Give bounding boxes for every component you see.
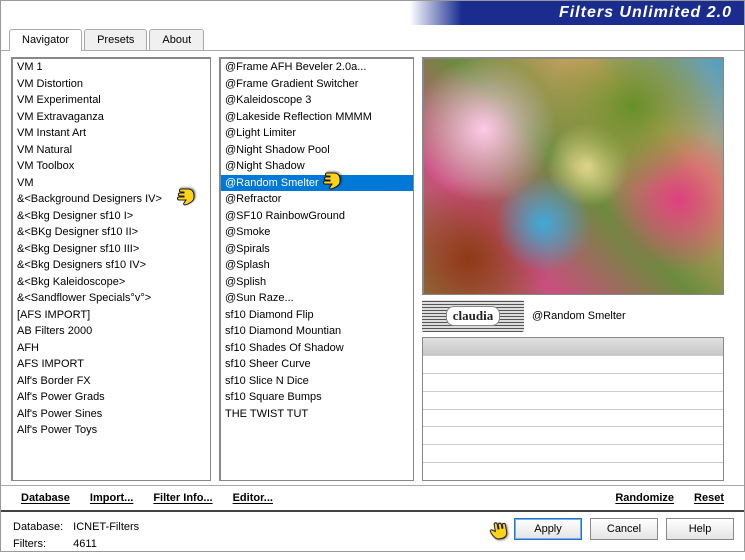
category-item[interactable]: AFS IMPORT xyxy=(13,356,210,373)
title-bar: Filters Unlimited 2.0 xyxy=(1,1,744,25)
category-item[interactable]: VM Natural xyxy=(13,142,210,159)
filter-item[interactable]: @Refractor xyxy=(221,191,413,208)
category-list[interactable]: VM 1VM DistortionVM ExperimentalVM Extra… xyxy=(13,59,210,480)
category-item[interactable]: AFH xyxy=(13,340,210,357)
db-value: ICNET-Filters xyxy=(73,520,139,535)
filter-list[interactable]: @Frame AFH Beveler 2.0a...@Frame Gradien… xyxy=(221,59,413,480)
watermark-text: claudia xyxy=(446,306,500,326)
param-slot-4 xyxy=(423,392,723,410)
filter-item[interactable]: THE TWIST TUT xyxy=(221,406,413,423)
category-list-container: VM 1VM DistortionVM ExperimentalVM Extra… xyxy=(11,57,211,481)
filter-info-button[interactable]: Filter Info... xyxy=(143,492,222,504)
help-button[interactable]: Help xyxy=(666,518,734,540)
param-slot-7 xyxy=(423,445,723,463)
category-item[interactable]: VM Extravaganza xyxy=(13,109,210,126)
category-item[interactable]: Alf's Power Grads xyxy=(13,389,210,406)
category-item[interactable]: VM Toolbox xyxy=(13,158,210,175)
apply-button-label: Apply xyxy=(534,523,562,535)
database-button[interactable]: Database xyxy=(11,492,80,504)
filter-item[interactable]: @Lakeside Reflection MMMM xyxy=(221,109,413,126)
param-slider-1[interactable] xyxy=(423,338,723,356)
param-slot-6 xyxy=(423,427,723,445)
filter-item[interactable]: @Splash xyxy=(221,257,413,274)
param-slot-2 xyxy=(423,356,723,374)
filter-list-container: @Frame AFH Beveler 2.0a...@Frame Gradien… xyxy=(219,57,414,481)
category-item[interactable]: VM Distortion xyxy=(13,76,210,93)
app-window: Filters Unlimited 2.0 NavigatorPresetsAb… xyxy=(0,0,745,552)
category-item[interactable]: Alf's Border FX xyxy=(13,373,210,390)
param-slot-8 xyxy=(423,463,723,480)
category-item[interactable]: VM xyxy=(13,175,210,192)
filter-item[interactable]: sf10 Slice N Dice xyxy=(221,373,413,390)
randomize-button[interactable]: Randomize xyxy=(605,492,684,504)
filter-item[interactable]: @Kaleidoscope 3 xyxy=(221,92,413,109)
filter-item[interactable]: @SF10 RainbowGround xyxy=(221,208,413,225)
tab-navigator[interactable]: Navigator xyxy=(9,29,82,51)
tab-strip: NavigatorPresetsAbout xyxy=(1,25,744,51)
db-label: Database: xyxy=(13,520,71,535)
filter-item[interactable]: @Frame AFH Beveler 2.0a... xyxy=(221,59,413,76)
current-filter-name: @Random Smelter xyxy=(532,310,626,322)
category-item[interactable]: &<Sandflower Specials°v°> xyxy=(13,290,210,307)
cancel-button-label: Cancel xyxy=(607,523,641,535)
pointer-hand-icon xyxy=(485,517,510,541)
preview-panel: claudia @Random Smelter xyxy=(422,57,724,481)
filter-item[interactable]: sf10 Diamond Mountian xyxy=(221,323,413,340)
tab-about[interactable]: About xyxy=(149,29,204,50)
filter-item[interactable]: @Splish xyxy=(221,274,413,291)
footer-info: Database: ICNET-Filters Filters: 4611 xyxy=(11,518,141,554)
filter-item[interactable]: sf10 Diamond Flip xyxy=(221,307,413,324)
filter-item[interactable]: @Sun Raze... xyxy=(221,290,413,307)
watermark-badge: claudia xyxy=(422,300,524,332)
category-item[interactable]: Alf's Power Toys xyxy=(13,422,210,439)
filter-item[interactable]: sf10 Shades Of Shadow xyxy=(221,340,413,357)
category-item[interactable]: Alf's Power Sines xyxy=(13,406,210,423)
reset-button[interactable]: Reset xyxy=(684,492,734,504)
parameter-area xyxy=(422,337,724,481)
category-item[interactable]: VM Instant Art xyxy=(13,125,210,142)
cancel-button[interactable]: Cancel xyxy=(590,518,658,540)
apply-button[interactable]: Apply xyxy=(514,518,582,540)
filter-item[interactable]: @Spirals xyxy=(221,241,413,258)
filter-item[interactable]: sf10 Square Bumps xyxy=(221,389,413,406)
category-item[interactable]: &<Background Designers IV> xyxy=(13,191,210,208)
dialog-buttons: Apply Cancel Help xyxy=(514,518,734,540)
filter-label-row: claudia @Random Smelter xyxy=(422,299,724,333)
filter-item[interactable]: sf10 Sheer Curve xyxy=(221,356,413,373)
filter-item[interactable]: @Frame Gradient Switcher xyxy=(221,76,413,93)
category-item[interactable]: &<Bkg Designer sf10 III> xyxy=(13,241,210,258)
editor-button[interactable]: Editor... xyxy=(223,492,283,504)
category-item[interactable]: &<Bkg Designers sf10 IV> xyxy=(13,257,210,274)
filters-count-label: Filters: xyxy=(13,537,71,552)
filter-item[interactable]: @Night Shadow Pool xyxy=(221,142,413,159)
footer: Database: ICNET-Filters Filters: 4611 Ap… xyxy=(1,510,744,560)
category-item[interactable]: VM Experimental xyxy=(13,92,210,109)
category-item[interactable]: &<BKg Designer sf10 II> xyxy=(13,224,210,241)
tab-presets[interactable]: Presets xyxy=(84,29,147,50)
filter-item[interactable]: @Random Smelter xyxy=(221,175,413,192)
filter-item[interactable]: @Smoke xyxy=(221,224,413,241)
category-item[interactable]: [AFS IMPORT] xyxy=(13,307,210,324)
category-item[interactable]: AB Filters 2000 xyxy=(13,323,210,340)
param-slot-5 xyxy=(423,410,723,428)
filter-item[interactable]: @Light Limiter xyxy=(221,125,413,142)
category-item[interactable]: &<Bkg Designer sf10 I> xyxy=(13,208,210,225)
import-button[interactable]: Import... xyxy=(80,492,143,504)
app-title: Filters Unlimited 2.0 xyxy=(559,4,732,22)
category-item[interactable]: &<Bkg Kaleidoscope> xyxy=(13,274,210,291)
main-panel: VM 1VM DistortionVM ExperimentalVM Extra… xyxy=(1,51,744,481)
filter-item[interactable]: @Night Shadow xyxy=(221,158,413,175)
help-button-label: Help xyxy=(689,523,712,535)
param-slot-3 xyxy=(423,374,723,392)
toolbar: Database Import... Filter Info... Editor… xyxy=(1,485,744,510)
preview-image xyxy=(422,57,724,295)
category-item[interactable]: VM 1 xyxy=(13,59,210,76)
filters-count-value: 4611 xyxy=(73,537,139,552)
